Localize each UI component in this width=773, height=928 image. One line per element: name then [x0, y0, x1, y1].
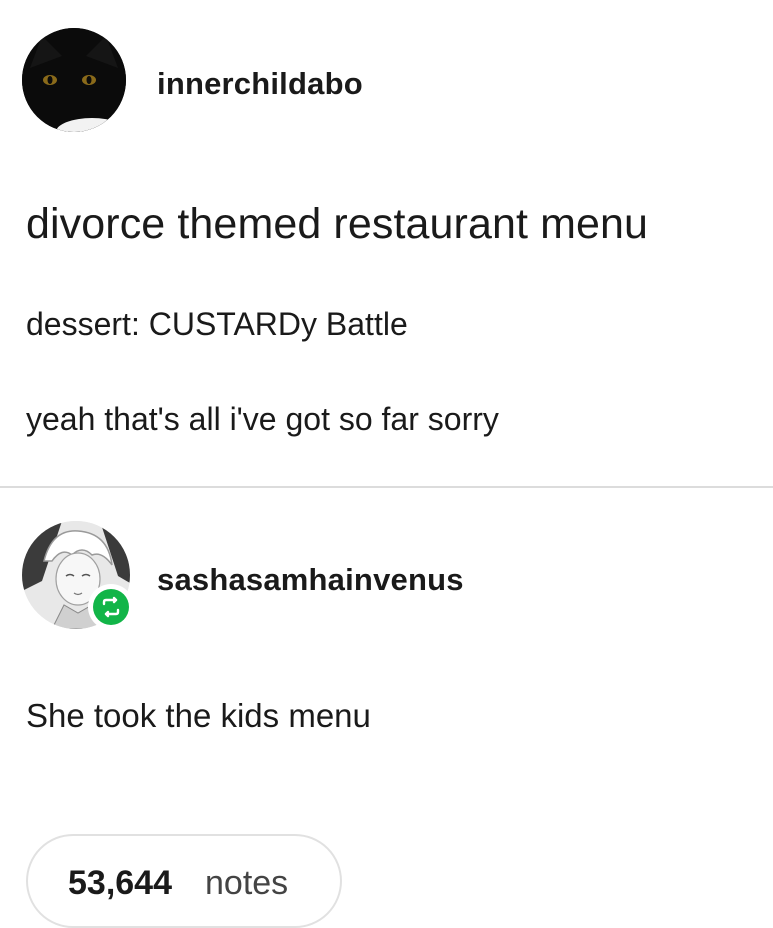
notes-count: 53,644 — [68, 864, 172, 902]
tumblr-post: innerchildabo divorce themed restaurant … — [0, 0, 773, 928]
reblog-icon — [88, 584, 134, 630]
reblogger-username[interactable]: sashasamhainvenus — [157, 562, 464, 598]
notes-label: notes — [205, 864, 289, 902]
original-poster-username[interactable]: innerchildabo — [157, 66, 363, 102]
notes-button[interactable]: 53,644 notes — [26, 834, 342, 928]
black-cat-avatar-icon[interactable] — [22, 28, 126, 132]
post-title: divorce themed restaurant menu — [26, 200, 649, 248]
reblog-divider — [0, 486, 773, 488]
reblog-text: She took the kids menu — [26, 697, 371, 734]
post-body-line: dessert: CUSTARDy Battle — [26, 306, 408, 342]
post-body-line: yeah that's all i've got so far sorry — [26, 401, 499, 437]
